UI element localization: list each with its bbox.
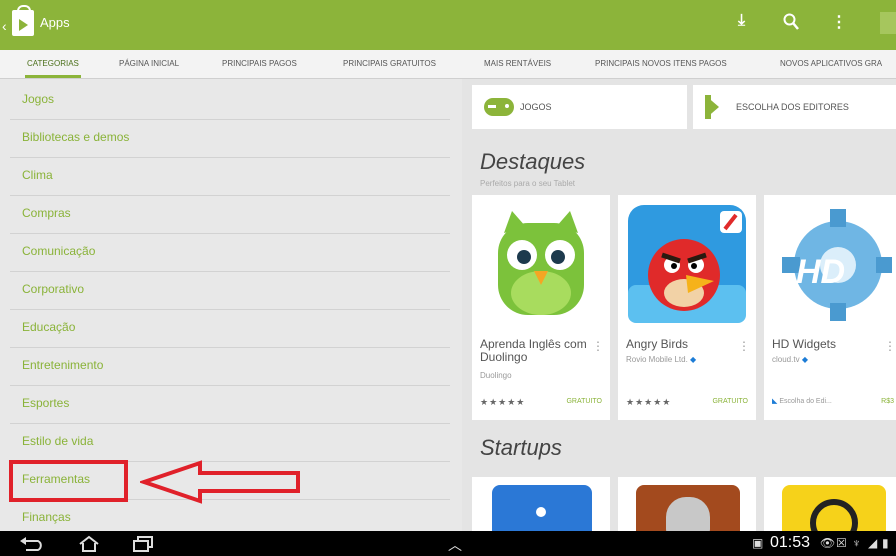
app-card-angry-birds[interactable]: Angry Birds Rovio Mobile Ltd. ◆ ⋮ ★★★★★ … — [618, 195, 756, 420]
editors-choice-icon — [705, 95, 719, 119]
category-label: Finanças — [22, 510, 71, 524]
account-icon[interactable] — [880, 12, 896, 34]
annotation-arrow-icon — [140, 460, 300, 504]
svg-text:HD: HD — [796, 253, 845, 291]
annotation-highlight-box — [9, 460, 128, 502]
startups-title: Startups — [480, 435, 562, 460]
tab-principais-pagos[interactable]: PRINCIPAIS PAGOS — [222, 50, 297, 78]
back-chevron-icon[interactable]: ‹ — [2, 18, 7, 34]
tab-mais-rentaveis[interactable]: MAIS RENTÁVEIS — [484, 50, 551, 78]
app-title: Aprenda Inglês com Duolingo — [480, 337, 587, 364]
category-label: Entretenimento — [22, 358, 104, 372]
search-icon[interactable] — [783, 13, 799, 31]
top-developer-badge-icon: ◆ — [801, 355, 808, 364]
app-title: HD Widgets — [772, 337, 837, 351]
editors-choice-label: ESCOLHA DOS EDITORES — [736, 102, 849, 112]
app-developer: Rovio Mobile Ltd. ◆ — [626, 355, 697, 364]
category-clima[interactable]: Clima — [10, 157, 450, 196]
tab-novos-itens-pagos[interactable]: PRINCIPAIS NOVOS ITENS PAGOS — [595, 50, 727, 78]
category-corporativo[interactable]: Corporativo — [10, 271, 450, 310]
category-comunicacao[interactable]: Comunicação — [10, 233, 450, 272]
recent-apps-icon[interactable] — [132, 536, 154, 552]
app-price: GRATUITO — [566, 398, 602, 405]
page-title: Apps — [40, 15, 70, 30]
app-card-hd-widgets[interactable]: HD HD Widgets cloud.tv ◆ ⋮ ◣ Escolha do … — [764, 195, 896, 420]
tab-pagina-inicial[interactable]: PÁGINA INICIAL — [119, 50, 179, 78]
tab-novos-aplicativos[interactable]: NOVOS APLICATIVOS GRA — [780, 50, 882, 78]
notification-icon: ☒ — [836, 536, 847, 550]
status-clock: 01:53 — [770, 534, 811, 551]
gamepad-icon — [484, 98, 514, 116]
category-compras[interactable]: Compras — [10, 195, 450, 234]
screenshot-notification-icon[interactable]: ▣ — [752, 536, 763, 550]
category-label: Clima — [22, 168, 53, 182]
chevron-up-icon[interactable]: ︿ — [448, 535, 462, 555]
angry-birds-icon — [628, 205, 746, 323]
wifi-icon: ♆ — [852, 536, 861, 550]
startup-app-3-icon — [782, 485, 886, 531]
back-icon[interactable] — [20, 537, 44, 551]
tab-categorias[interactable]: CATEGORIAS — [25, 50, 81, 78]
editors-choice-button[interactable]: ESCOLHA DOS EDITORES — [693, 85, 896, 129]
category-label: Educação — [22, 320, 76, 334]
category-label: Compras — [22, 206, 71, 220]
games-shortcut-button[interactable]: JOGOS — [472, 85, 687, 129]
app-overflow-icon[interactable]: ⋮ — [738, 339, 750, 353]
app-title: Angry Birds — [626, 337, 689, 351]
smart-stay-icon: 👁 — [820, 536, 836, 550]
category-label: Corporativo — [22, 282, 85, 296]
overflow-menu-icon[interactable]: ⋮ — [831, 12, 847, 32]
app-rating: ★★★★★ — [480, 397, 526, 407]
top-developer-badge-icon: ◆ — [690, 355, 697, 364]
play-store-icon[interactable] — [12, 5, 34, 36]
app-overflow-icon[interactable]: ⋮ — [592, 339, 604, 353]
tab-principais-gratuitos[interactable]: PRINCIPAIS GRATUITOS — [343, 50, 436, 78]
category-educacao[interactable]: Educação — [10, 309, 450, 348]
category-label: Estilo de vida — [22, 434, 94, 448]
app-overflow-icon[interactable]: ⋮ — [884, 339, 896, 353]
category-label: Jogos — [22, 92, 55, 106]
action-bar: ‹ Apps ⤓ ⋮ — [0, 0, 896, 50]
system-navigation-bar: ︿ ▣ 01:53 👁 ☒ ♆ ◢ ▮ — [0, 531, 896, 556]
category-estilo-de-vida[interactable]: Estilo de vida — [10, 423, 450, 462]
app-price: R$3 — [881, 398, 894, 405]
category-esportes[interactable]: Esportes — [10, 385, 450, 424]
category-bibliotecas[interactable]: Bibliotecas e demos — [10, 119, 450, 158]
duolingo-owl-icon — [498, 211, 584, 315]
download-icon[interactable]: ⤓ — [738, 12, 745, 30]
app-rating: ★★★★★ — [626, 397, 672, 407]
games-shortcut-label: JOGOS — [520, 102, 552, 112]
hd-widgets-gear-icon: HD — [782, 209, 892, 321]
editors-choice-tag: ◣ Escolha do Edi... — [772, 398, 832, 405]
category-jogos[interactable]: Jogos — [10, 81, 450, 120]
featured-subtitle: Perfeitos para o seu Tablet — [480, 179, 576, 188]
category-entretenimento[interactable]: Entretenimento — [10, 347, 450, 386]
signal-icon: ◢ — [868, 536, 878, 550]
startup-app-1-icon — [492, 485, 592, 531]
startup-app-2-icon — [636, 485, 740, 531]
featured-panel: JOGOS ESCOLHA DOS EDITORES Destaques Per… — [470, 79, 896, 531]
category-label: Bibliotecas e demos — [22, 130, 130, 144]
app-card-duolingo[interactable]: Aprenda Inglês com Duolingo Duolingo ⋮ ★… — [472, 195, 610, 420]
tab-strip: CATEGORIAS PÁGINA INICIAL PRINCIPAIS PAG… — [0, 50, 896, 79]
category-label: Esportes — [22, 396, 70, 410]
battery-icon: ▮ — [882, 536, 889, 550]
startup-app-card-3[interactable] — [764, 477, 896, 531]
app-developer: Duolingo — [480, 371, 512, 380]
app-price: GRATUITO — [712, 398, 748, 405]
app-developer: cloud.tv ◆ — [772, 355, 808, 364]
startup-app-card-1[interactable] — [472, 477, 610, 531]
featured-title: Destaques — [480, 149, 586, 174]
editors-choice-icon: ◣ — [772, 398, 778, 405]
home-icon[interactable] — [78, 535, 100, 552]
startup-app-card-2[interactable] — [618, 477, 756, 531]
category-label: Comunicação — [22, 244, 96, 258]
